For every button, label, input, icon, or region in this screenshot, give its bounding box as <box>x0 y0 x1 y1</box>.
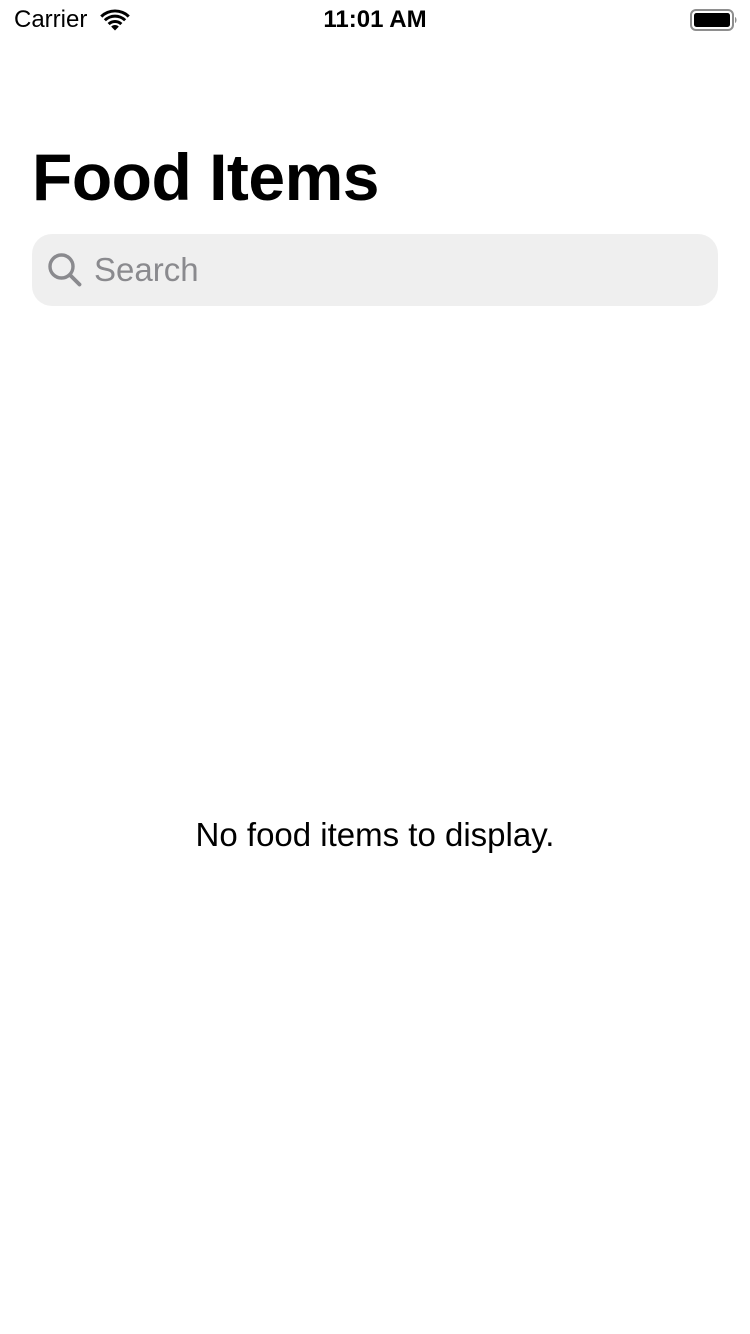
search-bar[interactable] <box>32 234 718 306</box>
battery-full-icon <box>690 9 737 31</box>
status-bar: Carrier 11:01 AM <box>0 0 750 40</box>
empty-state-message: No food items to display. <box>195 816 555 853</box>
page-title: Food Items <box>32 140 380 214</box>
magnifying-glass-icon <box>48 253 82 287</box>
status-time: 11:01 AM <box>323 6 427 33</box>
search-input[interactable] <box>92 234 702 306</box>
